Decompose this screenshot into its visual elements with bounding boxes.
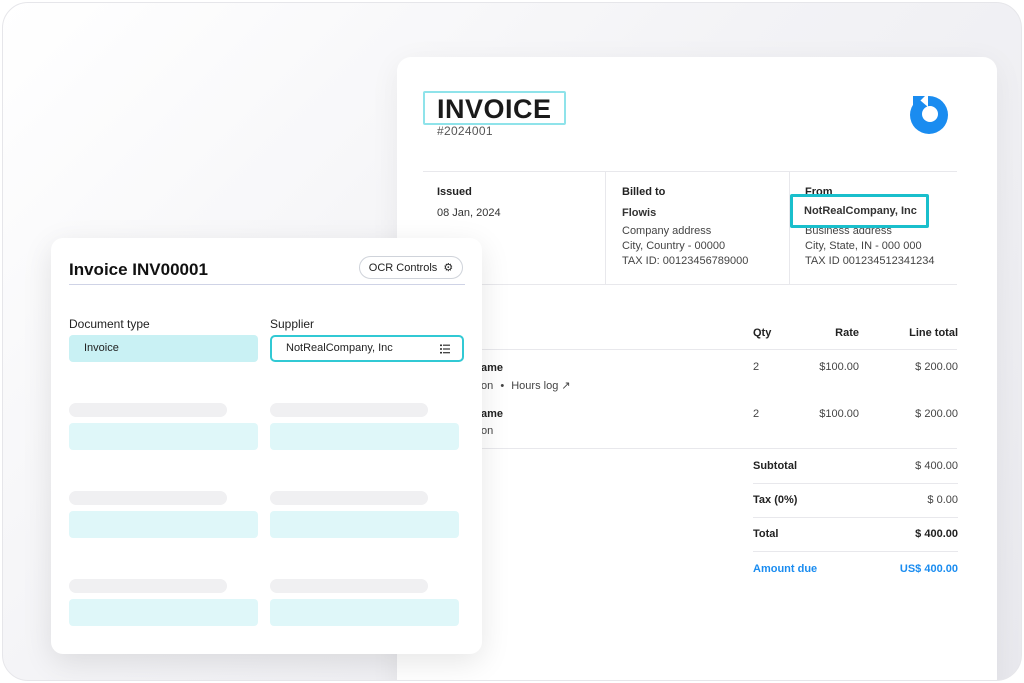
- invoice-form-panel: Invoice INV00001 OCR Controls ⚙ Document…: [51, 238, 482, 654]
- panel-title: Invoice INV00001: [69, 260, 208, 279]
- invoice-number: #2024001: [437, 124, 493, 138]
- column-divider: [789, 172, 790, 284]
- item-rate: $100.00: [819, 361, 859, 373]
- document-type-field[interactable]: Invoice: [69, 335, 258, 362]
- skeleton-field: [270, 511, 459, 538]
- supplier-field[interactable]: NotRealCompany, Inc: [270, 335, 464, 362]
- item-name: ame: [481, 408, 504, 420]
- from-city: City, State, IN - 000 000: [805, 240, 922, 252]
- billed-to-city: City, Country - 00000: [622, 240, 726, 252]
- skeleton-field: [69, 599, 258, 626]
- item-qty: 2: [753, 361, 760, 373]
- app-frame: INVOICE #2024001 Issued 08 Jan, 2024 024…: [2, 2, 1022, 681]
- supplier-label: Supplier: [270, 317, 315, 331]
- gear-icon: ⚙: [443, 262, 454, 274]
- divider: [753, 551, 958, 552]
- divider: [423, 448, 957, 449]
- issued-date: 08 Jan, 2024: [437, 207, 501, 219]
- invoice-document: INVOICE #2024001 Issued 08 Jan, 2024 024…: [397, 57, 997, 680]
- amount-due-value: US$ 400.00: [899, 563, 958, 575]
- skeleton-label: [270, 491, 428, 505]
- skeleton-label: [69, 579, 227, 593]
- brand-logo-icon: [910, 95, 948, 134]
- item-rate: $100.00: [819, 408, 859, 420]
- billed-to-tax-id: TAX ID: 00123456789000: [622, 255, 749, 267]
- total-label: Total: [753, 528, 779, 540]
- subtotal-value: $ 400.00: [915, 460, 958, 472]
- skeleton-field: [69, 423, 258, 450]
- ocr-highlight-supplier: NotRealCompany, Inc: [790, 194, 929, 228]
- billed-to-label: Billed to: [622, 186, 666, 198]
- skeleton-label: [69, 403, 227, 417]
- tax-label: Tax (0%): [753, 494, 798, 506]
- divider: [423, 349, 957, 350]
- billed-to-column: Billed to Flowis Company address City, C…: [622, 185, 748, 269]
- divider: [423, 171, 957, 172]
- supplier-value: NotRealCompany, Inc: [286, 342, 393, 354]
- item-description: on: [481, 425, 494, 437]
- ocr-controls-button[interactable]: OCR Controls ⚙: [359, 256, 463, 279]
- document-type-label: Document type: [69, 317, 150, 331]
- rate-header: Rate: [835, 327, 859, 339]
- skeleton-label: [69, 491, 227, 505]
- hours-log-link[interactable]: Hours log: [511, 380, 558, 392]
- divider: [753, 517, 958, 518]
- total-value: $ 400.00: [915, 528, 958, 540]
- list-icon: [440, 344, 450, 354]
- divider: [423, 284, 957, 285]
- skeleton-label: [270, 403, 428, 417]
- amount-due-label: Amount due: [753, 563, 818, 575]
- item-total: $ 200.00: [915, 408, 958, 420]
- qty-header: Qty: [753, 327, 772, 339]
- line-total-header: Line total: [909, 327, 958, 339]
- issued-label: Issued: [437, 186, 472, 198]
- billed-to-name: Flowis: [622, 207, 657, 219]
- billed-to-address: Company address: [622, 225, 712, 237]
- item-description: on • Hours log ↗: [481, 380, 571, 392]
- skeleton-field: [69, 511, 258, 538]
- arrow-up-right-icon: ↗: [561, 380, 571, 392]
- invoice-title: INVOICE: [423, 91, 566, 125]
- skeleton-field: [270, 423, 459, 450]
- document-type-value: Invoice: [84, 342, 119, 354]
- item-qty: 2: [753, 408, 760, 420]
- panel-divider: [69, 284, 465, 285]
- divider: [753, 483, 958, 484]
- item-total: $ 200.00: [915, 361, 958, 373]
- ocr-controls-label: OCR Controls: [368, 262, 438, 274]
- skeleton-label: [270, 579, 428, 593]
- skeleton-field: [270, 599, 459, 626]
- from-tax-id: TAX ID 001234512341234: [805, 255, 935, 267]
- issued-column: Issued 08 Jan, 2024: [437, 185, 501, 221]
- item-name: ame: [481, 362, 504, 374]
- column-divider: [605, 172, 606, 284]
- subtotal-label: Subtotal: [753, 460, 797, 472]
- from-name: NotRealCompany, Inc: [804, 205, 917, 217]
- tax-value: $ 0.00: [927, 494, 958, 506]
